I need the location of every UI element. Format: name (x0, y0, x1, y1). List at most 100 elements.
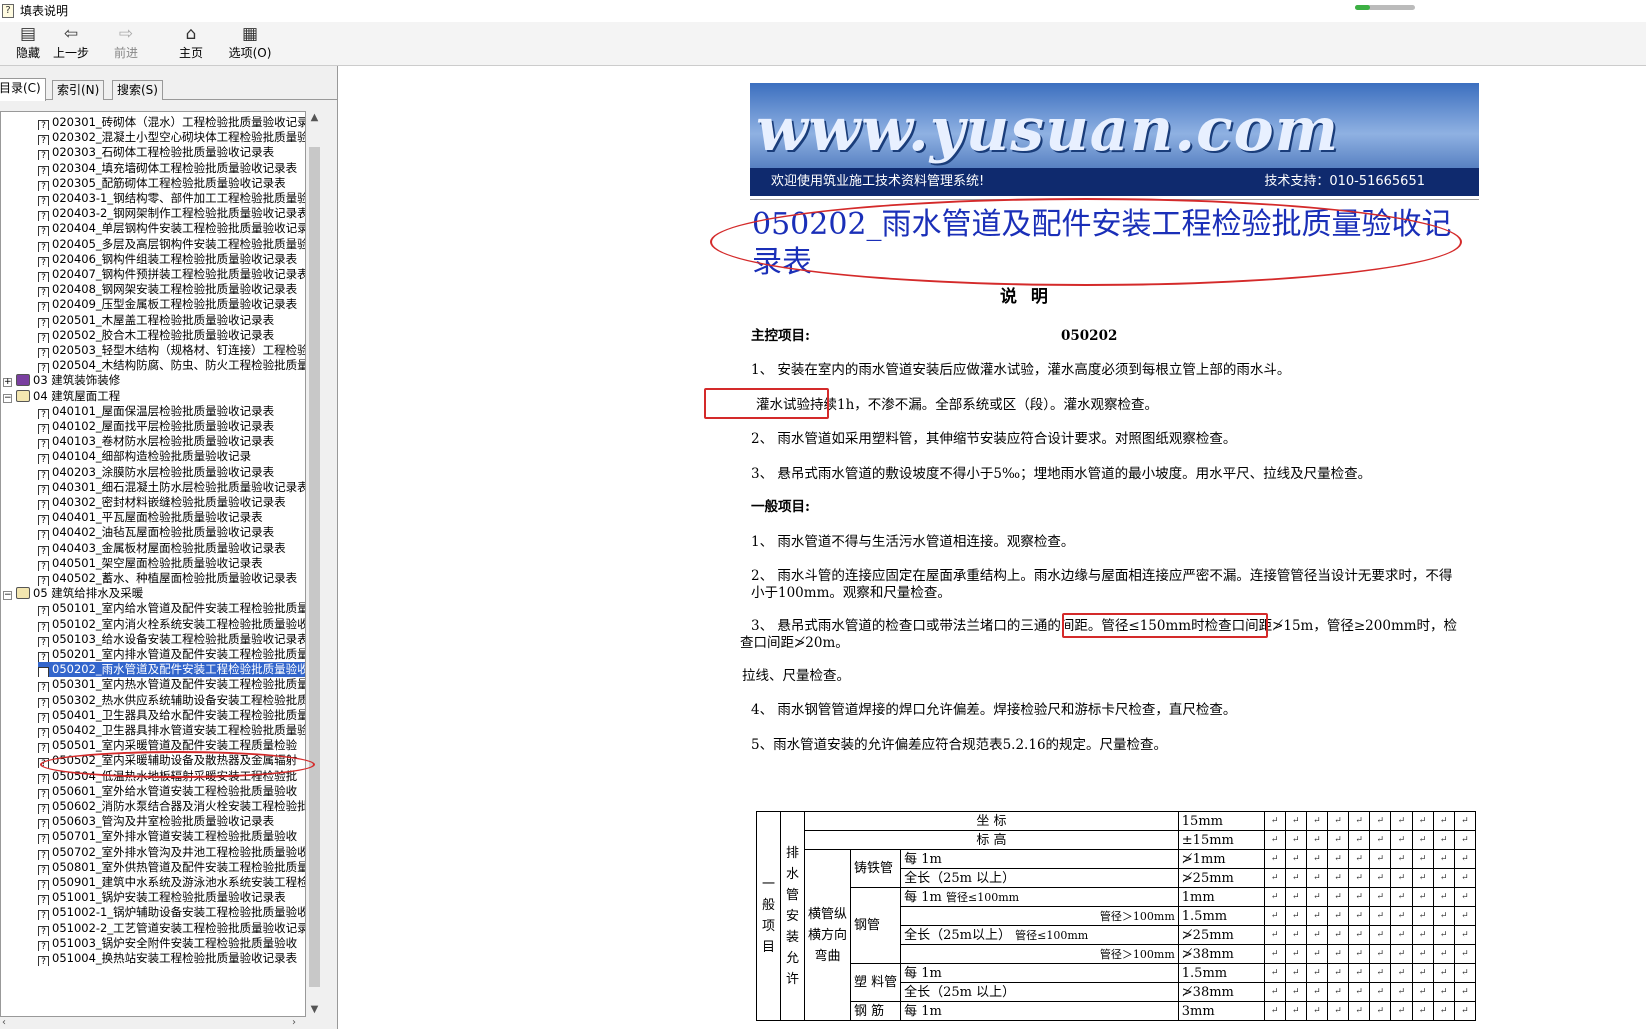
scroll-thumb[interactable] (309, 147, 320, 987)
tree-item[interactable]: ? 050701_室外排水管道安装工程检验批质量验收 (38, 829, 297, 845)
scroll-right-icon[interactable]: › (292, 1017, 296, 1028)
expand-icon[interactable]: + (3, 378, 12, 388)
options-button[interactable]: ▦ 选项(O) (222, 24, 278, 61)
tree-item[interactable]: ? 050602_消防水泵结合器及消火栓安装工程检验批 (38, 799, 305, 814)
help-topic-icon: ? (38, 576, 49, 586)
tree-folder[interactable]: − 04 建筑屋面工程 (3, 389, 120, 404)
table-cell: ↵ (1369, 811, 1392, 831)
help-topic-icon: ? (38, 332, 49, 343)
tab-index[interactable]: 索引(N) (52, 80, 105, 100)
scroll-left-icon[interactable]: ‹ (2, 1017, 6, 1028)
tree-item[interactable]: ? 050601_室外给水管道安装工程检验批质量验收 (38, 784, 297, 799)
tree-item[interactable]: ? 020407_钢构件预拼装工程检验批质量验收记录表 (38, 267, 305, 282)
tree-vertical-scrollbar[interactable]: ▲ ▼ (306, 111, 323, 1017)
tree-item[interactable]: ? 040301_细石混凝土防水层检验批质量验收记录表 (38, 480, 305, 495)
scroll-down-icon[interactable]: ▼ (306, 1003, 323, 1017)
tree-item[interactable]: ? 040501_架空屋面检验批质量验收记录表 (38, 556, 263, 571)
tree-item-selected[interactable]: ? 050202_雨水管道及配件安装工程检验批质量验收 (38, 662, 305, 678)
tree-item[interactable]: ? 020409_压型金属板工程检验批质量验收记录表 (38, 297, 297, 313)
tree-item-label: 051003_锅炉安全附件安装工程检验批质量验收 (52, 935, 298, 950)
tree-item[interactable]: ? 050901_建筑中水系统及游泳池水系统安装工程检 (38, 875, 305, 890)
table-cell: ↵ (1411, 944, 1434, 964)
tree-folder[interactable]: +03 建筑装饰装修 (3, 373, 120, 388)
main-items-label: 主控项目: (751, 328, 810, 344)
tree-item-label: 03 建筑装饰装修 (33, 373, 121, 388)
tree-item[interactable]: ? 051004_换热站安装工程检验批质量验收记录表 (38, 951, 297, 966)
main-item-1: 1、 安装在室内的雨水管道安装后应做灌水试验，灌水高度必须到每根立管上部的雨水斗… (751, 362, 1291, 378)
tree-item[interactable]: ? 020503_轻型木结构（规格材、钉连接）工程检验 (38, 343, 305, 358)
tree-item-label: 020304_填充墙砌体工程检验批质量验收记录表 (52, 160, 298, 175)
tree-item[interactable]: ? 040102_屋面找平层检验批质量验收记录表 (38, 419, 274, 434)
title-annotation-oval (710, 198, 1462, 286)
general-item-4: 4、 雨水钢管管道焊接的焊口允许偏差。焊接检验尺和游标卡尺检查，直尺检查。 (751, 702, 1237, 718)
table-cell: 1.5mm (1177, 906, 1265, 926)
tree-item[interactable]: ? 050702_室外排水管沟及井池工程检验批质量验收 (38, 845, 305, 860)
table-cell: ↵ (1390, 1001, 1413, 1021)
tab-search[interactable]: 搜索(S) (112, 80, 163, 100)
tree-item[interactable]: ? 040403_金属板材屋面检验批质量验收记录表 (38, 541, 286, 556)
table-cell: ↵ (1390, 811, 1413, 831)
tree-item[interactable]: ? 050302_热水供应系统辅助设备安装工程检验批质 (38, 693, 305, 708)
tree-item[interactable]: ? 040502_蓄水、种植屋面检验批质量验收记录表 (38, 571, 297, 586)
tree-item[interactable]: ? 020304_填充墙砌体工程检验批质量验收记录表 (38, 161, 297, 176)
tree-item[interactable]: ? 020408_钢网架安装工程检验批质量验收记录表 (38, 282, 297, 298)
back-button[interactable]: ⇦ 上一步 (43, 24, 99, 61)
tree-item[interactable]: ? 020403-1_钢结构零、部件加工工程检验批质量验 (38, 191, 305, 206)
tree-item[interactable]: ? 020404_单层钢构件安装工程检验批质量验收记录 (38, 221, 305, 237)
tree-item-label: 020403-2_钢网架制作工程检验批质量验收记录表 (52, 206, 306, 221)
tree-item[interactable]: ? 050101_室内给水管道及配件安装工程检验批质量 (38, 601, 305, 617)
help-topic-icon: ? (38, 560, 49, 571)
tree-item[interactable]: ? 020302_混凝土小型空心砌块体工程检验批质量验 (38, 130, 305, 146)
tree-item[interactable]: ? 020301_砖砌体（混水）工程检验批质量验收记录 (38, 115, 305, 130)
tree-horizontal-scrollbar[interactable]: ‹ › (0, 1017, 306, 1029)
table-cell: ↵ (1326, 982, 1350, 1002)
tree-item[interactable]: ? 050301_室内热水管道及配件安装工程检验批质量 (38, 677, 305, 693)
tree-item[interactable]: ? 020303_石砌体工程检验批质量验收记录表 (38, 145, 274, 161)
tree-item[interactable]: ? 050103_给水设备安装工程检验批质量验收记录表 (38, 632, 305, 647)
table-cell: ↵ (1411, 868, 1434, 888)
tree-item[interactable]: ? 040104_细部构造检验批质量验收记录 (38, 449, 251, 465)
tree-item[interactable]: ? 051003_锅炉安全附件安装工程检验批质量验收 (38, 936, 297, 951)
tree-item[interactable]: ? 020501_木屋盖工程检验批质量验收记录表 (38, 313, 274, 328)
tree-item[interactable]: ? 020405_多层及高层钢构件安装工程检验批质量验 (38, 237, 305, 252)
tree-item[interactable]: ? 020504_木结构防腐、防虫、防火工程检验批质量 (38, 358, 305, 374)
tree-item[interactable]: ? 050102_室内消火栓系统安装工程检验批质量验收 (38, 617, 305, 632)
table-cell: ↵ (1453, 1001, 1477, 1021)
tree-item[interactable]: ? 040101_屋面保温层检验批质量验收记录表 (38, 404, 274, 419)
tree-folder[interactable]: − 05 建筑给排水及采暖 (3, 586, 143, 601)
table-cell: ↵ (1305, 830, 1329, 850)
tree-item[interactable]: ? 040103_卷材防水层检验批质量验收记录表 (38, 434, 274, 450)
table-cell: ↵ (1305, 982, 1329, 1002)
tree-item[interactable]: ? 040203_涂膜防水层检验批质量验收记录表 (38, 465, 274, 480)
scroll-up-icon[interactable]: ▲ (306, 111, 323, 125)
tree-item[interactable]: ? 050401_卫生器具及给水配件安装工程检验批质量 (38, 708, 305, 723)
home-button[interactable]: ⌂ 主页 (163, 24, 219, 61)
tree-item[interactable]: ? 020502_胶合木工程检验批质量验收记录表 (38, 328, 274, 343)
tree-item[interactable]: ? 020406_钢构件组装工程检验批质量验收记录表 (38, 252, 297, 267)
table-cell: ↵ (1432, 811, 1455, 831)
tree-item[interactable]: ? 020403-2_钢网架制作工程检验批质量验收记录表 (38, 206, 306, 222)
collapse-icon[interactable]: − (3, 393, 12, 403)
table-cell: ↵ (1263, 830, 1286, 850)
table-cell: ↵ (1369, 868, 1392, 888)
tree-item[interactable]: ? 050201_室内排水管道及配件安装工程检验批质量 (38, 647, 305, 662)
help-topic-icon: ? (38, 287, 49, 298)
forward-button[interactable]: ⇨ 前进 (98, 24, 154, 61)
table-cell: ↵ (1432, 944, 1455, 964)
tree-item[interactable]: ? 020305_配筋砌体工程检验批质量验收记录表 (38, 176, 286, 191)
tree-item[interactable]: ? 050801_室外供热管道及配件安装工程检验批质量 (38, 860, 305, 875)
tree-item[interactable]: ? 040302_密封材料嵌缝检验批质量验收记录表 (38, 495, 286, 510)
tree-item[interactable]: ? 040402_油毡瓦屋面检验批质量验收记录表 (38, 525, 274, 541)
tree-item[interactable]: ? 051001_锅炉安装工程检验批质量验收记录表 (38, 890, 286, 906)
tree-item[interactable]: ? 050603_管沟及井室检验批质量验收记录表 (38, 814, 274, 830)
table-cell: ↵ (1390, 982, 1413, 1002)
table-cell: ↵ (1411, 887, 1434, 907)
tree-item[interactable]: ? 040401_平瓦屋面检验批质量验收记录表 (38, 510, 263, 526)
tab-contents[interactable]: 目录(C) (0, 78, 46, 101)
tree-item[interactable]: ? 051002-2_工艺管道安装工程检验批质量验收记录 (38, 921, 305, 936)
general-item-5: 5、雨水管道安装的允许偏差应符合规范表5.2.16的规定。尺量检查。 (751, 737, 1168, 753)
table-cell: 全长（25m 以上） (900, 868, 1179, 888)
tree-item[interactable]: ? 051002-1_锅炉辅助设备安装工程检验批质量验收 (38, 905, 305, 921)
collapse-icon[interactable]: − (3, 591, 12, 601)
tree-item[interactable]: ? 050402_卫生器具排水管道安装工程检验批质量验 (38, 723, 305, 738)
